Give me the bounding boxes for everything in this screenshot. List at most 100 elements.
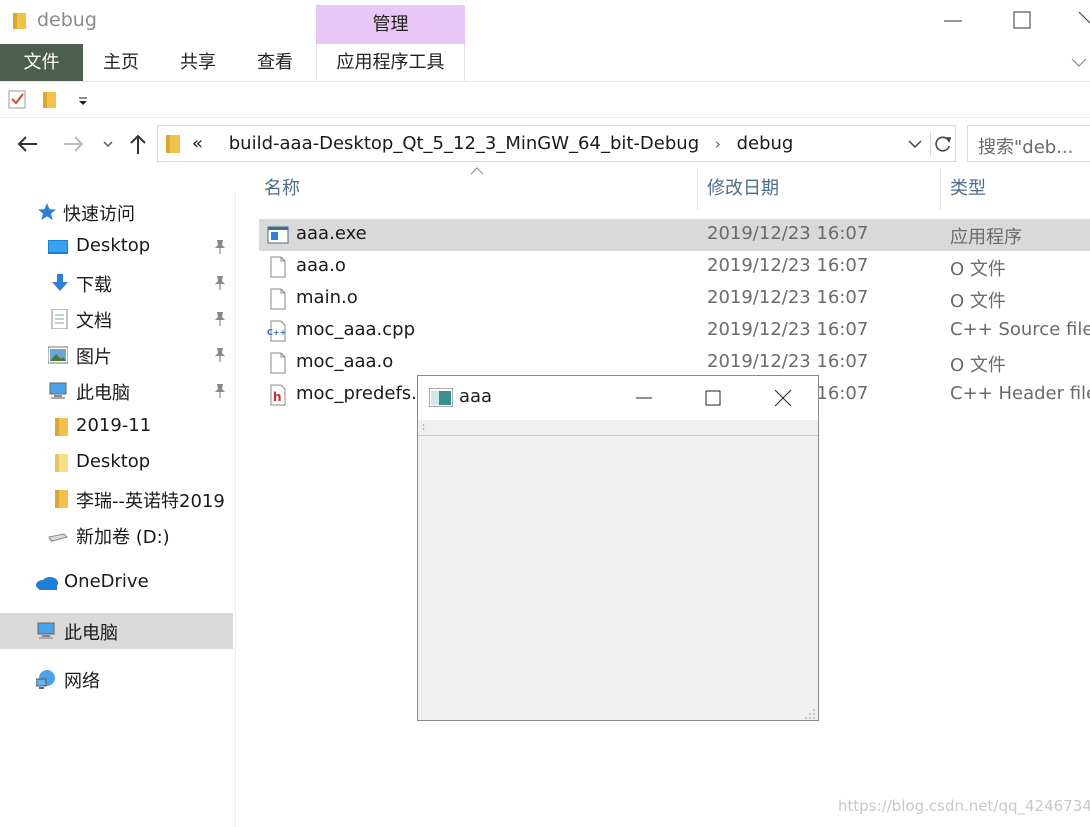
- folder-icon: [13, 13, 26, 29]
- chevron-down-icon[interactable]: [906, 136, 924, 152]
- svg-text:h: h: [273, 390, 282, 404]
- toolbar-grip-icon[interactable]: [422, 423, 425, 432]
- sidebar-item-folder-liru[interactable]: 李瑞--英诺特2019: [0, 481, 233, 517]
- sidebar-item-desktop[interactable]: Desktop: [0, 229, 233, 265]
- sidebar-item-label: 此电脑: [76, 383, 130, 404]
- folder-icon: [55, 418, 68, 436]
- tab-file[interactable]: 文件: [0, 44, 83, 81]
- breadcrumb-overflow[interactable]: «: [192, 133, 203, 154]
- app-window[interactable]: aaa: [417, 375, 819, 721]
- back-icon[interactable]: [15, 131, 41, 157]
- minimize-icon[interactable]: [943, 10, 963, 32]
- sidebar-item-onedrive[interactable]: OneDrive: [0, 565, 233, 601]
- file-icon: [270, 352, 286, 374]
- folder-icon: [55, 454, 68, 472]
- column-header-name[interactable]: 名称: [264, 168, 300, 210]
- pin-icon[interactable]: [213, 275, 227, 291]
- search-placeholder: 搜索"deb...: [978, 137, 1074, 158]
- column-divider[interactable]: [697, 168, 698, 210]
- quick-access-toolbar: [0, 82, 1090, 118]
- sidebar-item-desktop-folder[interactable]: Desktop: [0, 445, 233, 481]
- file-row[interactable]: aaa.o 2019/12/23 16:07 O 文件: [259, 251, 1090, 283]
- file-row[interactable]: main.o 2019/12/23 16:07 O 文件: [259, 283, 1090, 315]
- sidebar-item-network[interactable]: 网络: [0, 661, 233, 697]
- sidebar-item-downloads[interactable]: 下载: [0, 265, 233, 301]
- this-pc-icon: [37, 622, 55, 639]
- resize-grip-icon[interactable]: [804, 708, 816, 720]
- sidebar-item-2019-11[interactable]: 2019-11: [0, 409, 233, 445]
- search-input[interactable]: 搜索"deb...: [967, 125, 1090, 162]
- sidebar-item-pictures[interactable]: 图片: [0, 337, 233, 373]
- minimize-icon[interactable]: [634, 387, 654, 409]
- tab-manage[interactable]: 管理: [316, 5, 465, 44]
- file-date: 2019/12/23 16:07: [707, 351, 869, 372]
- sidebar-item-this-pc[interactable]: 此电脑: [0, 613, 233, 649]
- sidebar-item-label: OneDrive: [64, 571, 149, 592]
- sidebar-item-label: 2019-11: [76, 415, 152, 436]
- sort-ascending-icon: [470, 167, 484, 175]
- breadcrumb-item[interactable]: debug: [737, 133, 794, 154]
- tab-view[interactable]: 查看: [237, 44, 313, 81]
- file-type: 应用程序: [950, 227, 1022, 248]
- file-name: moc_predefs.h: [296, 383, 429, 404]
- drive-icon: [48, 533, 68, 543]
- sidebar-item-label: 下载: [76, 275, 112, 296]
- app-window-title-bar[interactable]: aaa: [418, 376, 818, 420]
- separator-icon: [209, 135, 229, 153]
- file-type: O 文件: [950, 291, 1006, 312]
- header-file-icon: h: [270, 384, 286, 406]
- chevron-right-icon[interactable]: ›: [705, 135, 731, 153]
- app-central-widget: [418, 436, 818, 720]
- column-header-type[interactable]: 类型: [950, 168, 986, 210]
- watermark: https://blog.csdn.net/qq_42467347: [838, 797, 1090, 815]
- folder-icon: [166, 135, 180, 153]
- properties-icon[interactable]: [8, 88, 28, 110]
- documents-icon: [51, 309, 68, 329]
- up-icon[interactable]: [125, 131, 151, 157]
- pictures-icon: [48, 346, 68, 364]
- refresh-icon[interactable]: [930, 132, 956, 156]
- file-name: aaa.exe: [296, 223, 367, 244]
- sidebar-item-label: 李瑞--英诺特2019: [76, 491, 225, 512]
- file-row[interactable]: aaa.exe 2019/12/23 16:07 应用程序: [259, 219, 1090, 251]
- close-icon[interactable]: [773, 387, 793, 409]
- pin-icon[interactable]: [213, 239, 227, 255]
- file-date: 2019/12/23 16:07: [707, 255, 869, 276]
- sidebar-item-label: 新加卷 (D:): [76, 527, 170, 548]
- ribbon-tabs: 文件 主页 共享 查看 应用程序工具: [0, 44, 1090, 82]
- column-header-modified[interactable]: 修改日期: [707, 168, 779, 210]
- new-folder-icon[interactable]: [40, 88, 60, 110]
- sidebar-item-label: 此电脑: [64, 623, 118, 644]
- this-pc-icon: [49, 382, 67, 399]
- sidebar-item-drive-d[interactable]: 新加卷 (D:): [0, 517, 233, 553]
- pin-icon[interactable]: [213, 347, 227, 363]
- breadcrumb-item[interactable]: build-aaa-Desktop_Qt_5_12_3_MinGW_64_bit…: [229, 133, 699, 154]
- app-icon: [429, 388, 453, 407]
- tab-home[interactable]: 主页: [83, 44, 159, 81]
- download-icon: [52, 274, 68, 291]
- sidebar-item-quick-access[interactable]: 快速访问: [0, 194, 233, 230]
- address-bar[interactable]: « build-aaa-Desktop_Qt_5_12_3_MinGW_64_b…: [157, 125, 956, 162]
- maximize-icon[interactable]: [1010, 8, 1034, 32]
- customize-dropdown-icon[interactable]: [74, 88, 94, 110]
- column-divider[interactable]: [940, 168, 941, 210]
- sidebar-item-this-pc-pinned[interactable]: 此电脑: [0, 373, 233, 409]
- sidebar-item-documents[interactable]: 文档: [0, 301, 233, 337]
- maximize-icon[interactable]: [703, 387, 723, 409]
- chevron-down-icon[interactable]: [1070, 53, 1088, 71]
- forward-icon[interactable]: [60, 131, 86, 157]
- file-row[interactable]: C++ moc_aaa.cpp 2019/12/23 16:07 C++ Sou…: [259, 315, 1090, 347]
- app-window-title: aaa: [459, 386, 493, 407]
- pin-icon[interactable]: [213, 383, 227, 399]
- tab-share[interactable]: 共享: [159, 44, 237, 81]
- sidebar-item-label: Desktop: [76, 235, 151, 256]
- tab-application-tools[interactable]: 应用程序工具: [316, 44, 465, 81]
- file-name: moc_aaa.o: [296, 351, 394, 372]
- close-icon[interactable]: [1075, 8, 1090, 32]
- pin-icon[interactable]: [213, 311, 227, 327]
- file-type: O 文件: [950, 259, 1006, 280]
- recent-locations-icon[interactable]: [98, 131, 124, 157]
- file-type: C++ Source file: [950, 319, 1090, 340]
- cpp-file-icon: C++: [267, 320, 286, 342]
- exe-icon: [267, 226, 289, 244]
